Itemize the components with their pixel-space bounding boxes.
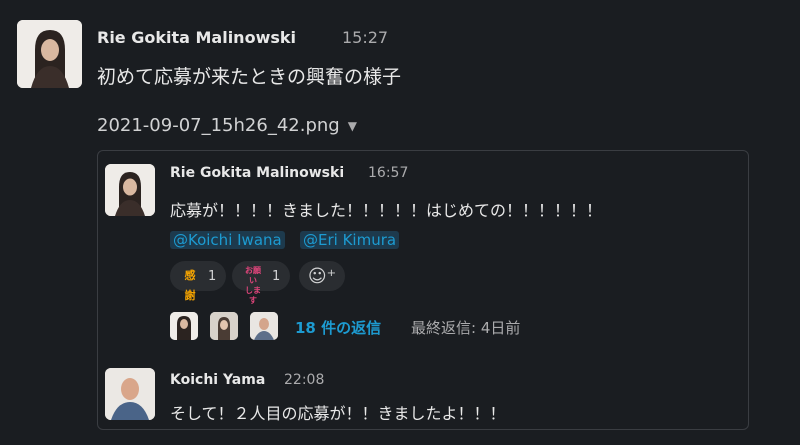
file-name-label: 2021-09-07_15h26_42.png [97, 115, 340, 136]
man-portrait-icon [105, 368, 155, 420]
thread-participant-avatar-1[interactable] [170, 312, 198, 340]
reaction-kansha[interactable]: 感謝 1 [170, 261, 227, 302]
preview-author-avatar[interactable] [105, 164, 155, 216]
thread-participant-avatar-2[interactable] [210, 312, 238, 340]
mention-user-1[interactable]: @Koichi Iwana [170, 231, 285, 249]
mention-user-2[interactable]: @Eri Kimura [300, 231, 400, 249]
woman-portrait-icon [170, 312, 198, 340]
woman-portrait-icon [17, 20, 82, 88]
author-avatar[interactable] [17, 20, 82, 88]
reaction-count: 1 [208, 268, 217, 284]
preview-timestamp[interactable]: 16:57 [368, 165, 408, 181]
woman-portrait-icon [105, 164, 155, 216]
message-text: 初めて応募が来たときの興奮の様子 [97, 66, 402, 88]
reaction-count: 1 [272, 268, 281, 284]
thread-reply-count-link[interactable]: 18 件の返信 [295, 317, 381, 338]
preview-author-name[interactable]: Rie Gokita Malinowski [170, 165, 344, 181]
file-attachment-name[interactable]: 2021-09-07_15h26_42.png ▼ [97, 115, 357, 136]
reply-author-avatar[interactable] [105, 368, 155, 420]
add-reaction-icon: ☺⁺ [307, 265, 337, 287]
reply-timestamp[interactable]: 22:08 [284, 372, 324, 388]
chevron-down-icon[interactable]: ▼ [348, 119, 357, 133]
onegai-emoji-line1: お願い [245, 265, 261, 285]
man-portrait-icon [250, 312, 278, 340]
shared-message-preview[interactable]: Rie Gokita Malinowski 16:57 応募が！！！！きました！… [97, 150, 749, 430]
author-name[interactable]: Rie Gokita Malinowski [97, 28, 296, 47]
message-timestamp[interactable]: 15:27 [342, 28, 388, 47]
thread-last-reply: 最終返信: 4日前 [411, 319, 521, 337]
reply-message-text: そして！２人目の応募が！！きましたよ！！！ [170, 404, 506, 423]
reaction-onegai[interactable]: お願い します 1 [232, 261, 291, 305]
woman-portrait-icon [210, 312, 238, 340]
preview-message-text: 応募が！！！！きました！！！！！はじめての！！！！！！ [170, 201, 603, 220]
reply-author-name[interactable]: Koichi Yama [170, 372, 265, 388]
onegai-emoji-line2: します [245, 285, 261, 305]
thread-participant-avatar-3[interactable] [250, 312, 278, 340]
kansha-emoji-icon: 感謝 [184, 269, 196, 302]
onegai-emoji-icon: お願い します [242, 265, 264, 305]
add-reaction-button[interactable]: ☺⁺ [299, 261, 345, 291]
